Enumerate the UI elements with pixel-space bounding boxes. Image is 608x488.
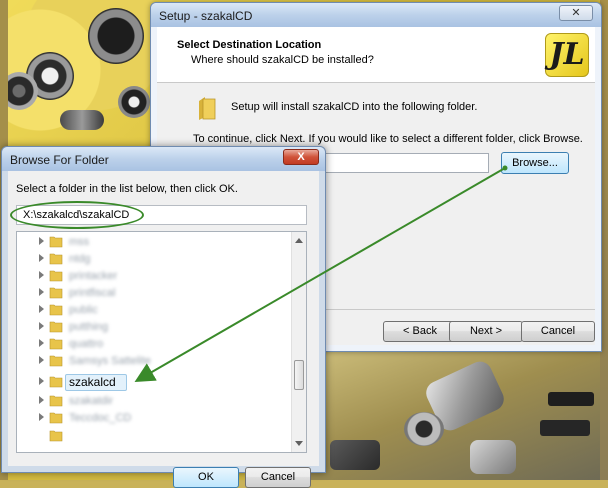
folder-icon	[49, 270, 63, 282]
browse-button[interactable]: Browse...	[501, 152, 569, 174]
tree-item[interactable]: printacker	[17, 268, 292, 285]
expand-arrow-icon[interactable]	[39, 288, 44, 296]
tree-item-label: printacker	[69, 270, 118, 282]
tree-item-label: putthing	[69, 321, 109, 333]
intro-text: Setup will install szakalCD into the fol…	[231, 101, 478, 113]
folder-icon	[49, 304, 63, 316]
browse-titlebar[interactable]: Browse For Folder X	[2, 147, 325, 171]
tree-item[interactable]: Samsys Sattelite	[17, 353, 292, 370]
tree-item-label: quattro	[69, 338, 104, 350]
expand-arrow-icon[interactable]	[39, 305, 44, 313]
dialog-instruction: Select a folder in the list below, then …	[16, 183, 238, 195]
setup-window-title: Setup - szakalCD	[159, 9, 253, 23]
tree-item-label: ntdg	[69, 253, 91, 265]
next-button[interactable]: Next >	[449, 321, 523, 342]
expand-arrow-icon[interactable]	[39, 254, 44, 262]
back-button[interactable]: < Back	[383, 321, 457, 342]
close-icon[interactable]: X	[283, 149, 319, 165]
cancel-button[interactable]: Cancel	[245, 467, 311, 488]
tree-item-label: szakatdir	[69, 395, 114, 407]
browse-for-folder-dialog: Browse For Folder X Select a folder in t…	[1, 146, 326, 488]
page-title: Select Destination Location	[177, 39, 322, 51]
expand-arrow-icon[interactable]	[39, 413, 44, 421]
tree-item-label: public	[69, 304, 98, 316]
folder-icon	[49, 338, 63, 350]
app-logo: JL	[545, 33, 589, 77]
tree-item-label: Samsys Sattelite	[69, 355, 151, 367]
folder-tree[interactable]: mss ntdg printacker printfiscal public p…	[16, 231, 307, 453]
folder-icon	[49, 287, 63, 299]
tree-item-selected[interactable]: szakalcd	[17, 374, 292, 391]
scroll-down-arrow-icon[interactable]	[295, 441, 303, 446]
page-subtitle: Where should szakalCD be installed?	[191, 54, 374, 66]
folder-icon	[49, 430, 63, 442]
expand-arrow-icon[interactable]	[39, 322, 44, 330]
dialog-title: Browse For Folder	[10, 153, 109, 167]
folder-icon	[49, 395, 63, 407]
vertical-scrollbar[interactable]	[291, 232, 306, 452]
tree-item[interactable]: ntdg	[17, 251, 292, 268]
folder-icon	[49, 236, 63, 248]
scroll-thumb[interactable]	[294, 360, 304, 390]
tree-item[interactable]: quattro	[17, 336, 292, 353]
annotation-highlight-oval	[10, 201, 144, 229]
folder-icon	[199, 97, 216, 120]
folder-icon	[49, 253, 63, 265]
browse-body: Select a folder in the list below, then …	[8, 171, 319, 488]
tree-item-label: szakalcd	[69, 375, 116, 389]
setup-header: Select Destination Location Where should…	[157, 27, 595, 83]
tree-item[interactable]: printfiscal	[17, 285, 292, 302]
close-icon[interactable]: ✕	[559, 5, 593, 21]
expand-arrow-icon[interactable]	[39, 396, 44, 404]
tree-item-label: mss	[69, 236, 90, 248]
expand-arrow-icon[interactable]	[39, 377, 44, 385]
expand-arrow-icon[interactable]	[39, 356, 44, 364]
tree-item[interactable]: mss	[17, 234, 292, 251]
tree-item[interactable]: Teccdoc_CD	[17, 410, 292, 427]
tree-item-label: Teccdoc_CD	[69, 412, 132, 424]
tree-item[interactable]: szakatdir	[17, 393, 292, 410]
expand-arrow-icon[interactable]	[39, 237, 44, 245]
tree-item[interactable]: putthing	[17, 319, 292, 336]
tree-item-label: printfiscal	[69, 287, 116, 299]
setup-titlebar[interactable]: Setup - szakalCD ✕	[151, 3, 601, 27]
continue-instruction: To continue, click Next. If you would li…	[193, 133, 583, 145]
expand-arrow-icon[interactable]	[39, 271, 44, 279]
folder-icon	[49, 355, 63, 367]
folder-icon	[49, 412, 63, 424]
ok-button[interactable]: OK	[173, 467, 239, 488]
scroll-up-arrow-icon[interactable]	[295, 238, 303, 243]
folder-icon	[49, 376, 63, 388]
cancel-button[interactable]: Cancel	[521, 321, 595, 342]
tree-item[interactable]	[17, 428, 292, 445]
tree-item[interactable]: public	[17, 302, 292, 319]
folder-icon	[49, 321, 63, 333]
expand-arrow-icon[interactable]	[39, 339, 44, 347]
